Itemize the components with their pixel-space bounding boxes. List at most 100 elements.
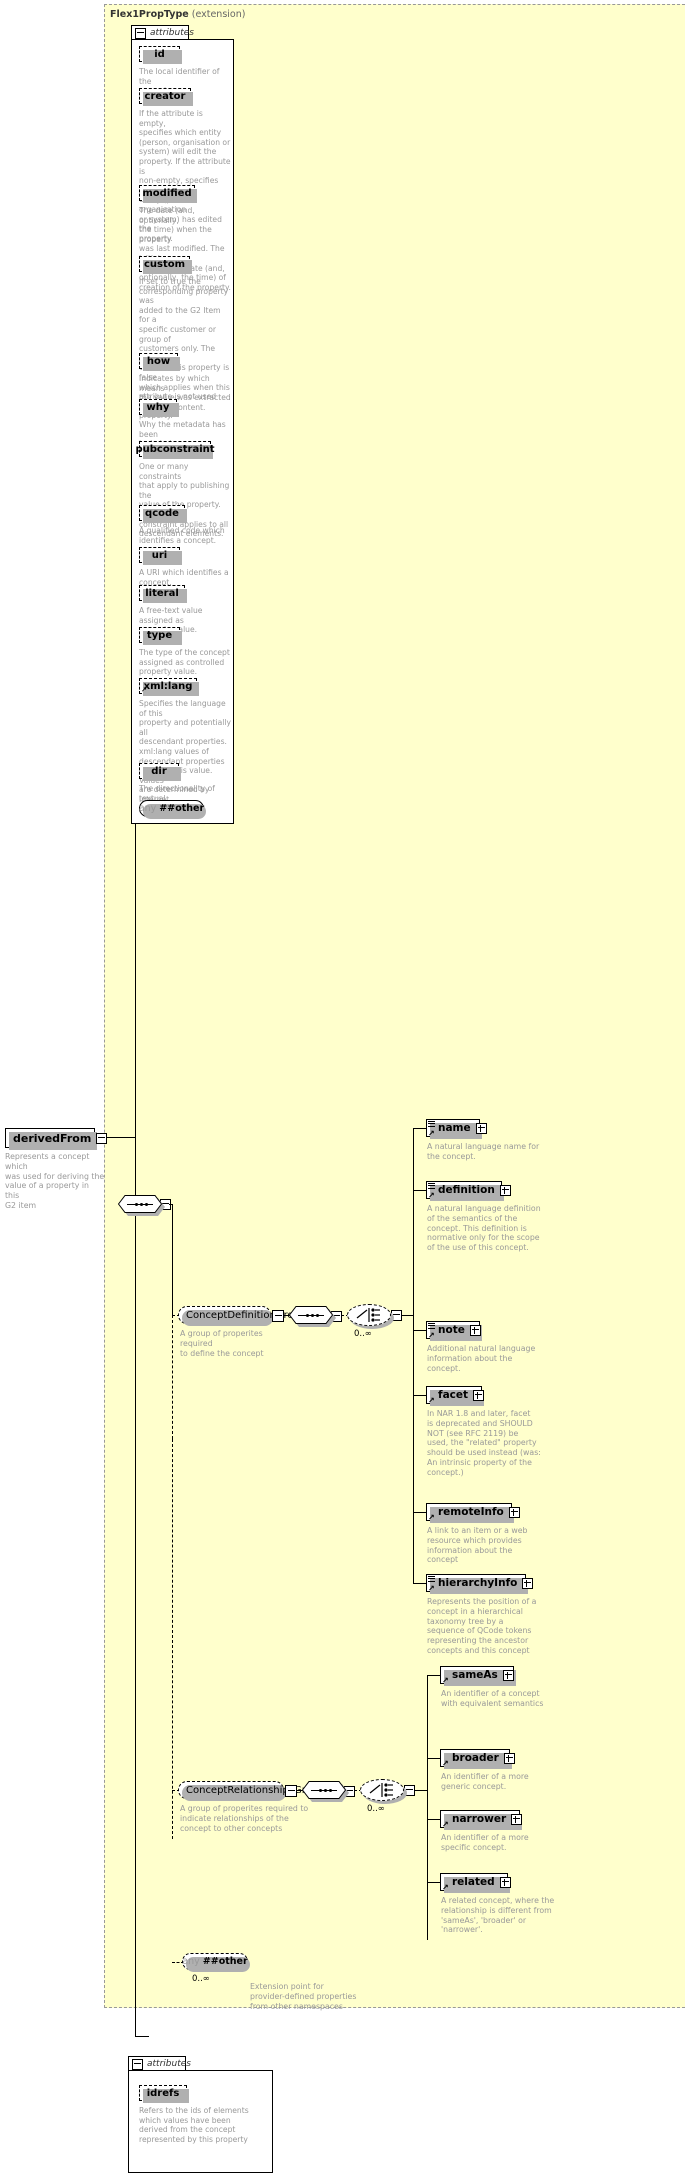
any-element-occurs: 0..∞: [192, 1974, 210, 1984]
element-label-facet: facet: [438, 1389, 469, 1401]
choice-glyph: [369, 1783, 393, 1797]
group-box-conceptrelationshipsgroup[interactable]: ConceptRelationshipsGroup: [178, 1781, 324, 1801]
cdg-collapse-icon[interactable]: [272, 1310, 284, 1322]
element-box-definition[interactable]: ↗ definition: [426, 1181, 511, 1201]
element-box-hierarchyinfo[interactable]: ↗ hierarchyInfo: [426, 1574, 534, 1594]
element-desc-note: Additional natural language information …: [427, 1344, 536, 1373]
attr-label-id: id: [154, 48, 165, 60]
element-expand-icon[interactable]: [503, 1752, 515, 1764]
element-ref-arrow-icon: ↗: [428, 1191, 435, 1200]
element-expand-icon[interactable]: [522, 1577, 534, 1589]
element-expand-icon[interactable]: [469, 1324, 481, 1336]
attributes-tab-bottom[interactable]: attributes: [128, 2056, 191, 2071]
attr-label-qcode: qcode: [145, 507, 179, 519]
root-collapse-minus-icon[interactable]: [96, 1132, 108, 1144]
element-expand-icon[interactable]: [511, 1813, 523, 1825]
element-ref-arrow-icon: ↗: [442, 1759, 449, 1768]
group-desc-conceptrelationshipsgroup: A group of properites required to indica…: [180, 1804, 309, 1833]
schema-diagram-canvas: Flex1PropType (extension) attributes id …: [0, 0, 685, 2178]
crg-choice-occurs: 0..∞: [367, 1804, 385, 1814]
cdg-sequence-icon[interactable]: [289, 1306, 336, 1327]
connector-root-vertical: [135, 823, 136, 1137]
any-attribute-box[interactable]: any ##other: [139, 800, 206, 819]
attr-box-why[interactable]: why: [139, 399, 179, 417]
attr-box-modified[interactable]: modified: [139, 185, 197, 203]
element-box-name[interactable]: ↗ name: [426, 1119, 487, 1139]
element-box-note[interactable]: ↗ note: [426, 1321, 482, 1341]
root-description: Represents a concept which was used for …: [5, 1152, 105, 1210]
element-ref-arrow-icon: ↗: [428, 1129, 435, 1138]
branch-vertical-to-any: [172, 1439, 173, 1839]
attr-box-how[interactable]: how: [139, 353, 180, 371]
element-expand-icon[interactable]: [499, 1184, 511, 1196]
attr-box-qcode[interactable]: qcode: [139, 505, 187, 523]
connector-to-hierarchyinfo: [413, 1583, 426, 1584]
connector-to-facet: [413, 1395, 426, 1396]
extension-type-name: Flex1PropType: [110, 9, 189, 20]
collapse-minus-icon[interactable]: [135, 27, 146, 39]
attr-box-pubconstraint[interactable]: pubconstraint: [135, 441, 215, 459]
central-sequence-icon[interactable]: [118, 1195, 165, 1216]
attr-label-custom: custom: [143, 258, 186, 270]
attr-label-modified: modified: [142, 187, 192, 199]
cdg-choice-icon[interactable]: [347, 1304, 394, 1329]
any-element-prefix: any: [182, 1956, 200, 1967]
group-box-conceptdefinitiongroup[interactable]: ConceptDefinitionGroup: [178, 1306, 306, 1326]
element-expand-icon[interactable]: [473, 1389, 485, 1401]
connector-to-remoteinfo: [413, 1512, 426, 1513]
any-element-description: Extension point for provider-defined pro…: [250, 1982, 357, 2011]
attr-box-custom[interactable]: custom: [139, 256, 192, 274]
element-desc-hierarchyinfo: Represents the position of a concept in …: [427, 1597, 537, 1655]
collapse-minus-icon[interactable]: [132, 2058, 143, 2070]
element-ref-arrow-icon: ↗: [428, 1331, 435, 1340]
element-ref-arrow-icon: ↗: [428, 1396, 435, 1405]
root-element-derivedfrom[interactable]: derivedFrom: [5, 1128, 108, 1150]
element-label-broader: broader: [452, 1752, 499, 1764]
element-label-name: name: [438, 1122, 471, 1134]
attr-box-xmllang[interactable]: ↗ xml:lang: [139, 678, 199, 696]
element-desc-sameas: An identifier of a concept with equivale…: [441, 1689, 544, 1708]
attr-label-uri: uri: [151, 549, 168, 561]
attr-label-pubconstraint: pubconstraint: [135, 443, 215, 455]
attr-box-type[interactable]: type: [139, 627, 182, 645]
element-expand-icon[interactable]: [499, 1876, 511, 1888]
element-box-broader[interactable]: ↗ broader: [440, 1749, 515, 1769]
connector-to-narrower: [427, 1819, 440, 1820]
element-expand-icon[interactable]: [508, 1506, 520, 1518]
external-ref-arrow-icon: ↗: [141, 686, 147, 694]
attr-box-creator[interactable]: creator: [139, 88, 193, 106]
attr-box-dir[interactable]: dir: [139, 763, 181, 781]
element-box-facet[interactable]: ↗ facet: [426, 1386, 485, 1406]
any-element-box[interactable]: any ##other: [182, 1953, 250, 1972]
attr-box-literal[interactable]: literal: [139, 585, 187, 603]
attr-box-idrefs[interactable]: idrefs: [139, 2085, 189, 2103]
element-desc-narrower: An identifier of a more specific concept…: [441, 1833, 529, 1852]
element-lines-icon: [428, 1182, 435, 1189]
connector-cdg-choice-out: [401, 1315, 413, 1316]
element-desc-related: A related concept, where the relationshi…: [441, 1896, 555, 1935]
element-box-sameas[interactable]: ↗ sameAs: [440, 1666, 516, 1686]
attr-box-id[interactable]: id: [139, 46, 182, 64]
crg-collapse-icon[interactable]: [285, 1785, 297, 1797]
attr-label-literal: literal: [145, 587, 179, 599]
element-ref-arrow-icon: ↗: [442, 1676, 449, 1685]
element-box-narrower[interactable]: ↗ narrower: [440, 1810, 523, 1830]
crg-sequence-icon[interactable]: [302, 1781, 349, 1802]
element-ref-arrow-icon: ↗: [428, 1584, 435, 1593]
attributes-tab-top[interactable]: attributes: [131, 25, 194, 40]
element-desc-facet: In NAR 1.8 and later, facet is deprecate…: [427, 1409, 541, 1477]
cdg-choice-occurs: 0..∞: [354, 1329, 372, 1339]
element-label-sameas: sameAs: [452, 1669, 498, 1681]
group-desc-conceptdefinitiongroup: A group of properites required to define…: [180, 1329, 264, 1358]
element-expand-icon[interactable]: [502, 1669, 514, 1681]
attr-label-xmllang: xml:lang: [143, 680, 193, 692]
crg-choice-icon[interactable]: [360, 1779, 407, 1804]
element-box-related[interactable]: ↗ related: [440, 1873, 511, 1893]
element-box-remoteinfo[interactable]: ↗ remoteInfo: [426, 1503, 520, 1523]
connector-to-name: [413, 1128, 426, 1129]
connector-to-related: [427, 1882, 440, 1883]
element-expand-icon[interactable]: [475, 1122, 487, 1134]
choice-glyph: [356, 1308, 380, 1322]
element-desc-broader: An identifier of a more generic concept.: [441, 1772, 529, 1791]
attr-box-uri[interactable]: uri: [139, 547, 182, 565]
